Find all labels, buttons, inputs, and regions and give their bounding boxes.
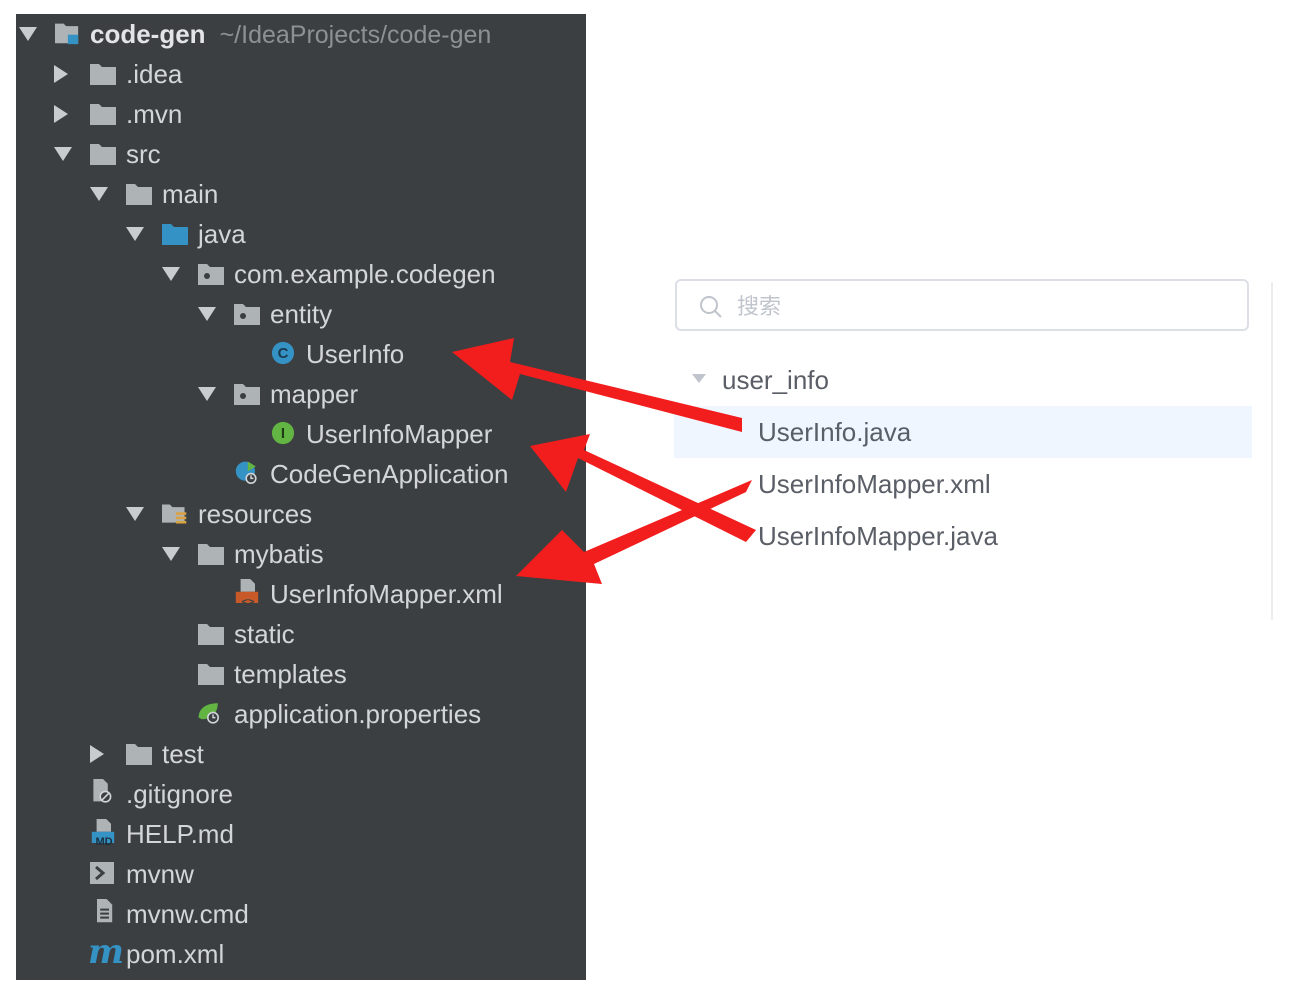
folder-icon [198,544,224,565]
tree-item-label: .mvn [126,99,183,129]
tree-item-label: mybatis [234,539,324,569]
folder-icon [90,64,116,85]
triangle-down-icon[interactable] [198,387,216,401]
tree-item-label: entity [270,299,333,329]
package-icon [234,384,260,405]
tree-item-idea[interactable]: .idea [16,54,586,94]
triangle-right-icon[interactable] [54,105,68,123]
tree-item-package-entity[interactable]: entity [16,294,586,334]
triangle-down-icon[interactable] [126,227,144,241]
folder-icon [126,744,152,765]
folder-icon [198,664,224,685]
project-tree-panel: code-gen ~/IdeaProjects/code-gen .idea .m… [16,14,586,980]
module-folder-icon [55,23,79,45]
tree-item-label: resources [198,499,313,529]
tree-item-userinfomapper-xml[interactable]: <> UserInfoMapper.xml [16,574,586,614]
tree-root-path: ~/IdeaProjects/code-gen [219,20,492,49]
tree-item-label: com.example.codegen [234,259,496,289]
tree-item-label: templates [234,659,347,689]
tree-item-src[interactable]: src [16,134,586,174]
file-item-label: UserInfo.java [758,417,912,447]
tree-item-label: test [162,739,204,769]
tree-item-label: pom.xml [126,939,225,969]
tree-item-label: UserInfo [306,339,405,369]
package-icon [234,304,260,325]
folder-icon [198,624,224,645]
tree-item-label: mapper [270,379,359,409]
class-icon-letter: C [277,345,289,362]
markdown-icon-text: MD [95,836,113,848]
folder-icon [126,184,152,205]
tree-item-label: .gitignore [126,779,233,809]
file-item-label: UserInfoMapper.java [758,521,998,551]
tree-item-codegenapplication[interactable]: CodeGenApplication [16,454,586,494]
generator-panel: user_info UserInfo.java UserInfoMapper.x… [672,270,1282,630]
folder-icon [90,104,116,125]
tree-item-mvnw[interactable]: mvnw [16,854,586,894]
triangle-down-icon[interactable] [692,374,706,384]
tree-item-label: src [126,139,161,169]
tree-item-gitignore[interactable]: .gitignore [16,774,586,814]
triangle-down-icon[interactable] [90,187,108,201]
tree-item-main[interactable]: main [16,174,586,214]
spring-boot-class-icon [235,461,257,484]
gitignore-file-icon [93,779,112,803]
file-item-userinfo-java[interactable]: UserInfo.java [758,406,911,458]
tree-root-code-gen[interactable]: code-gen ~/IdeaProjects/code-gen [16,14,586,54]
xml-icon-text: <> [241,595,255,608]
tree-item-label: mvnw [126,859,194,889]
tree-item-mvnw-cmd[interactable]: mvnw.cmd [16,894,586,934]
tree-item-package-mapper[interactable]: mapper [16,374,586,414]
tree-item-java[interactable]: java [16,214,586,254]
text-file-icon [97,899,113,923]
triangle-down-icon[interactable] [19,27,37,41]
package-icon [198,264,224,285]
source-folder-icon [162,224,188,245]
tree-item-label: UserInfoMapper.xml [270,579,503,609]
tree-item-label: HELP.md [126,819,234,849]
tree-root-name: code-gen ~/IdeaProjects/code-gen [90,18,492,49]
tree-item-mvn[interactable]: .mvn [16,94,586,134]
triangle-right-icon[interactable] [90,745,104,763]
tree-item-pom-xml[interactable]: m pom.xml [16,934,586,974]
tree-item-label: main [162,179,219,209]
triangle-down-icon[interactable] [162,547,180,561]
tree-item-application-properties[interactable]: application.properties [16,694,586,734]
maven-icon: m [88,932,124,972]
tree-item-label: static [234,619,295,649]
tree-item-resources[interactable]: resources [16,494,586,534]
tree-item-label: UserInfoMapper [306,419,493,449]
triangle-down-icon[interactable] [54,147,72,161]
tree-item-label: mvnw.cmd [126,899,249,929]
triangle-down-icon[interactable] [198,307,216,321]
tree-item-templates[interactable]: templates [16,654,586,694]
tree-item-userinfo-class[interactable]: C UserInfo [16,334,586,374]
search-input[interactable] [735,289,1219,325]
tree-item-label: CodeGenApplication [270,459,509,489]
file-item-userinfomapper-java[interactable]: UserInfoMapper.java [758,510,998,562]
tree-item-static[interactable]: static [16,614,586,654]
resources-folder-icon [162,504,187,524]
shell-script-icon [90,862,114,884]
file-item-label: UserInfoMapper.xml [758,469,991,499]
file-item-userinfomapper-xml[interactable]: UserInfoMapper.xml [758,458,991,510]
search-icon [700,296,722,318]
spring-properties-icon [198,703,219,724]
interface-icon-letter: I [280,425,286,442]
search-box[interactable] [675,279,1249,331]
triangle-down-icon[interactable] [126,507,144,521]
tree-node-label: user_info [722,365,829,395]
folder-icon [90,144,116,165]
tree-item-help-md[interactable]: MD HELP.md [16,814,586,854]
tree-item-label: java [198,219,246,249]
tree-item-label: application.properties [234,699,482,729]
tree-item-label: .idea [126,59,183,89]
tree-item-userinfomapper-interface[interactable]: I UserInfoMapper [16,414,586,454]
tree-item-test[interactable]: test [16,734,586,774]
tree-item-package-codegen[interactable]: com.example.codegen [16,254,586,294]
triangle-down-icon[interactable] [162,267,180,281]
tree-item-mybatis[interactable]: mybatis [16,534,586,574]
triangle-right-icon[interactable] [54,65,68,83]
